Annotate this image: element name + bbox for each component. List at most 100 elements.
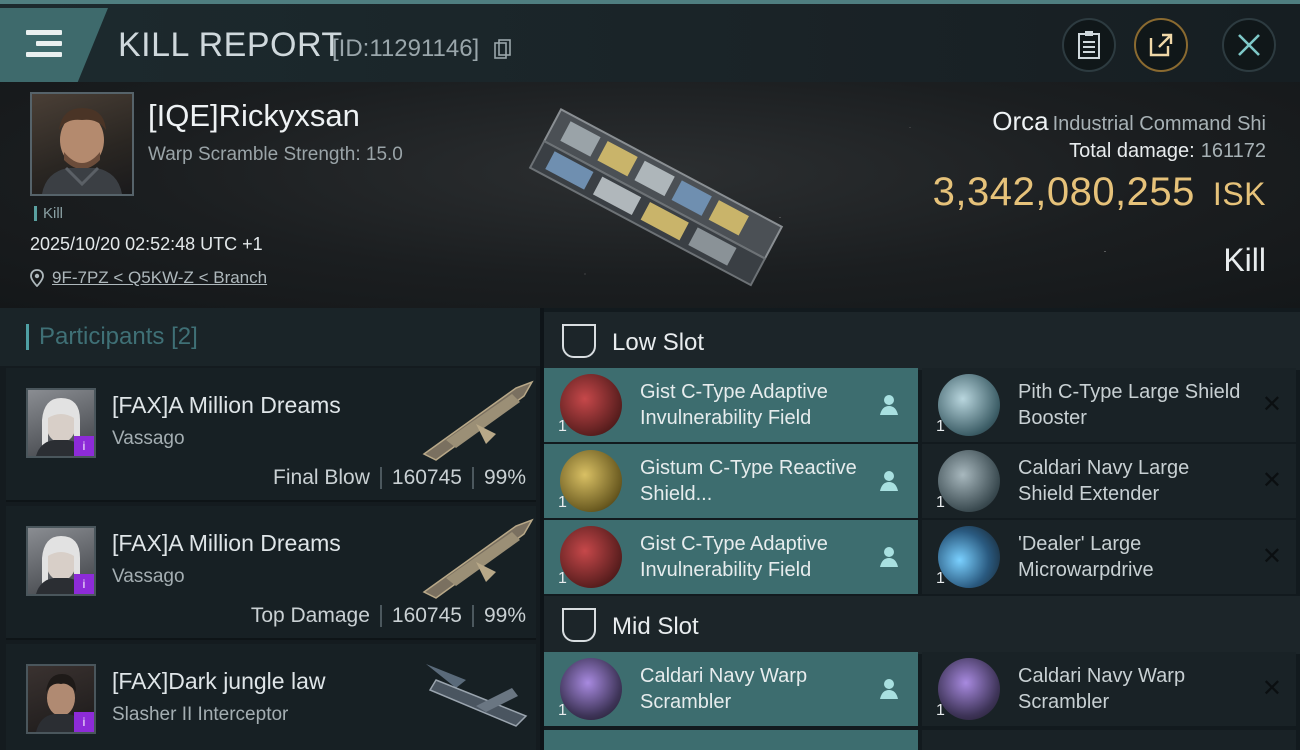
mid-slot-icon (562, 608, 596, 642)
total-damage-label: Total damage: (1069, 140, 1195, 162)
participant-name: [FAX]A Million Dreams (112, 392, 341, 418)
participant-percent: 99% (483, 604, 526, 627)
kill-tag: Kill (34, 206, 63, 221)
participants-panel: Participants [2] i [FAX]A Million Dreams… (0, 308, 540, 750)
module-name: Gist C-Type Adaptive Invulnerability Fie… (640, 533, 828, 581)
module-item[interactable]: 1 Caldari Navy Warp Scrambler (544, 652, 918, 726)
menu-button[interactable] (0, 8, 108, 82)
module-item[interactable] (544, 730, 918, 750)
module-qty: 1 (936, 418, 945, 435)
module-name: Caldari Navy Warp Scrambler (1018, 665, 1186, 713)
share-button[interactable] (1134, 18, 1188, 72)
ship-type[interactable]: Orca Industrial Command Shi (992, 106, 1266, 137)
module-qty: 1 (558, 570, 567, 587)
ship-name: Orca (992, 106, 1049, 136)
isk-amount: 3,342,080,255 (932, 170, 1195, 214)
participant-avatar: i (26, 664, 96, 734)
warp-scrambler-icon (560, 658, 622, 720)
module-item[interactable]: 1 Gist C-Type Adaptive Invulnerability F… (544, 368, 918, 442)
module-item[interactable]: 1 Gist C-Type Adaptive Invulnerability F… (544, 520, 918, 594)
participant-percent: 99% (483, 466, 526, 489)
participant-ship-image (422, 380, 534, 461)
participants-title: Participants [2] (26, 324, 198, 350)
menu-icon (26, 30, 62, 60)
participant-name: [FAX]Dark jungle law (112, 668, 326, 694)
victim-name[interactable]: [IQE]Rickyxsan (148, 98, 360, 134)
location-pin-icon (30, 269, 44, 287)
low-slot-title: Low Slot (612, 329, 705, 356)
result-label: Kill (1223, 242, 1266, 278)
module-qty: 1 (558, 702, 567, 719)
shield-module-icon (560, 374, 622, 436)
destroyed-x-icon: ✕ (1261, 543, 1282, 570)
module-item[interactable]: 1 Caldari Navy Large Shield Extender ✕ (922, 444, 1296, 518)
module-item[interactable]: 1 Pith C-Type Large Shield Booster ✕ (922, 368, 1296, 442)
clipboard-button[interactable] (1062, 18, 1116, 72)
participant-row[interactable]: i [FAX]A Million Dreams Vassago Top Dama… (6, 506, 536, 640)
participant-stats: Top Damage 160745 99% (251, 604, 526, 628)
module-qty: 1 (558, 418, 567, 435)
corp-badge: i (74, 574, 94, 594)
module-name: 'Dealer' Large Microwarpdrive (1018, 533, 1154, 581)
participant-role: Top Damage (250, 604, 370, 627)
module-qty: 1 (936, 570, 945, 587)
corp-badge: i (74, 712, 94, 732)
report-id: [ID:11291146] (332, 35, 480, 62)
destroyed-x-icon: ✕ (1261, 675, 1282, 702)
module-item[interactable]: 1 Gistum C-Type Reactive Shield... (544, 444, 918, 518)
low-slot-icon (562, 324, 596, 358)
clipboard-icon (1078, 31, 1100, 59)
copy-icon[interactable] (494, 39, 512, 59)
close-icon (1238, 34, 1260, 56)
total-damage-value: 161172 (1200, 140, 1266, 162)
total-damage: Total damage: 161172 (1069, 140, 1266, 163)
module-name: Caldari Navy Large Shield Extender (1018, 457, 1190, 505)
victim-avatar[interactable] (30, 92, 134, 196)
shield-module-icon (560, 450, 622, 512)
participants-header: Participants [2] (0, 308, 540, 366)
module-qty: 1 (558, 494, 567, 511)
participant-row[interactable]: i [FAX]Dark jungle law Slasher II Interc… (6, 644, 536, 750)
mid-slot-header: Mid Slot (544, 596, 1300, 654)
module-qty: 1 (936, 494, 945, 511)
destroyed-x-icon: ✕ (1261, 467, 1282, 494)
participant-damage: 160745 (391, 604, 462, 627)
low-slot-header: Low Slot (544, 312, 1300, 370)
warp-scrambler-icon (938, 658, 1000, 720)
participant-ship-image (426, 664, 528, 727)
participant-row[interactable]: i [FAX]A Million Dreams Vassago Final Bl… (6, 368, 536, 502)
corp-badge: i (74, 436, 94, 456)
participant-avatar: i (26, 388, 96, 458)
share-icon (1149, 33, 1173, 57)
participant-role: Final Blow (273, 466, 370, 489)
shield-booster-icon (938, 374, 1000, 436)
isk-unit: ISK (1212, 176, 1266, 212)
participant-ship: Vassago (112, 428, 185, 449)
kill-location[interactable]: 9F-7PZ < Q5KW-Z < Branch (30, 268, 267, 288)
participant-avatar: i (26, 526, 96, 596)
portrait-image (42, 108, 122, 194)
module-item[interactable] (922, 730, 1296, 750)
participant-stats: Final Blow 160745 99% (273, 466, 526, 490)
module-name: Gist C-Type Adaptive Invulnerability Fie… (640, 381, 828, 429)
header: KILL REPORT [ID:11291146] (0, 0, 1300, 82)
pod-drop-icon (880, 547, 898, 567)
pod-drop-icon (880, 679, 898, 699)
module-item[interactable]: 1 Caldari Navy Warp Scrambler ✕ (922, 652, 1296, 726)
close-button[interactable] (1222, 18, 1276, 72)
isk-value: 3,342,080,255 ISK (933, 170, 1266, 215)
shield-module-icon (560, 526, 622, 588)
participant-ship: Vassago (112, 566, 185, 587)
participant-damage: 160745 (391, 466, 462, 489)
page-title: KILL REPORT (118, 26, 343, 64)
module-name: Caldari Navy Warp Scrambler (640, 665, 808, 713)
module-item[interactable]: 1 'Dealer' Large Microwarpdrive ✕ (922, 520, 1296, 594)
fitting-panel: Low Slot 1 Gist C-Type Adaptive Invulner… (544, 308, 1300, 750)
shield-extender-icon (938, 450, 1000, 512)
destroyed-x-icon: ✕ (1261, 391, 1282, 418)
module-qty: 1 (936, 702, 945, 719)
microwarpdrive-icon (938, 526, 1000, 588)
participant-ship-image (422, 518, 534, 599)
pod-drop-icon (880, 395, 898, 415)
location-link[interactable]: 9F-7PZ < Q5KW-Z < Branch (52, 268, 267, 288)
